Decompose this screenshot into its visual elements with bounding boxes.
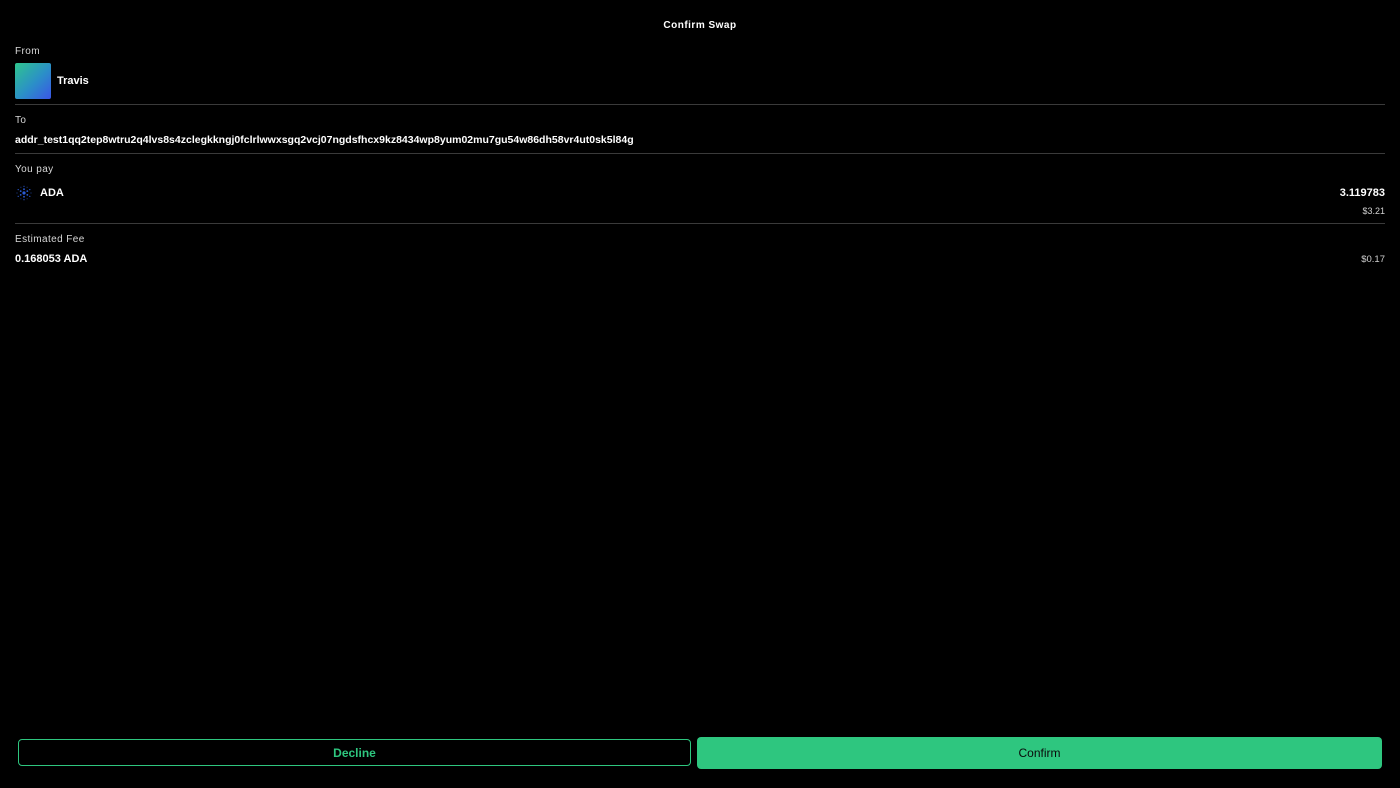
avatar <box>15 63 51 99</box>
recipient-address: addr_test1qq2tep8wtru2q4lvs8s4zclegkkngj… <box>15 134 634 146</box>
pay-usd-value: $3.21 <box>1362 206 1385 216</box>
from-label: From <box>15 46 40 57</box>
page-title: Confirm Swap <box>663 20 737 31</box>
estimated-fee-label: Estimated Fee <box>15 234 85 245</box>
confirm-swap-screen: Confirm Swap From Travis To addr_test1qq… <box>0 0 1400 788</box>
decline-button[interactable]: Decline <box>18 739 691 766</box>
divider <box>15 104 1385 105</box>
from-account-name: Travis <box>57 75 89 87</box>
to-label: To <box>15 115 27 126</box>
divider <box>15 153 1385 154</box>
pay-token-symbol: ADA <box>40 187 64 199</box>
pay-amount: 3.119783 <box>1339 187 1385 199</box>
estimated-fee-usd: $0.17 <box>1361 254 1385 265</box>
you-pay-label: You pay <box>15 164 54 175</box>
confirm-button[interactable]: Confirm <box>697 737 1382 769</box>
estimated-fee-value: 0.168053 ADA <box>15 253 88 265</box>
cardano-icon <box>16 185 32 201</box>
divider <box>15 223 1385 224</box>
